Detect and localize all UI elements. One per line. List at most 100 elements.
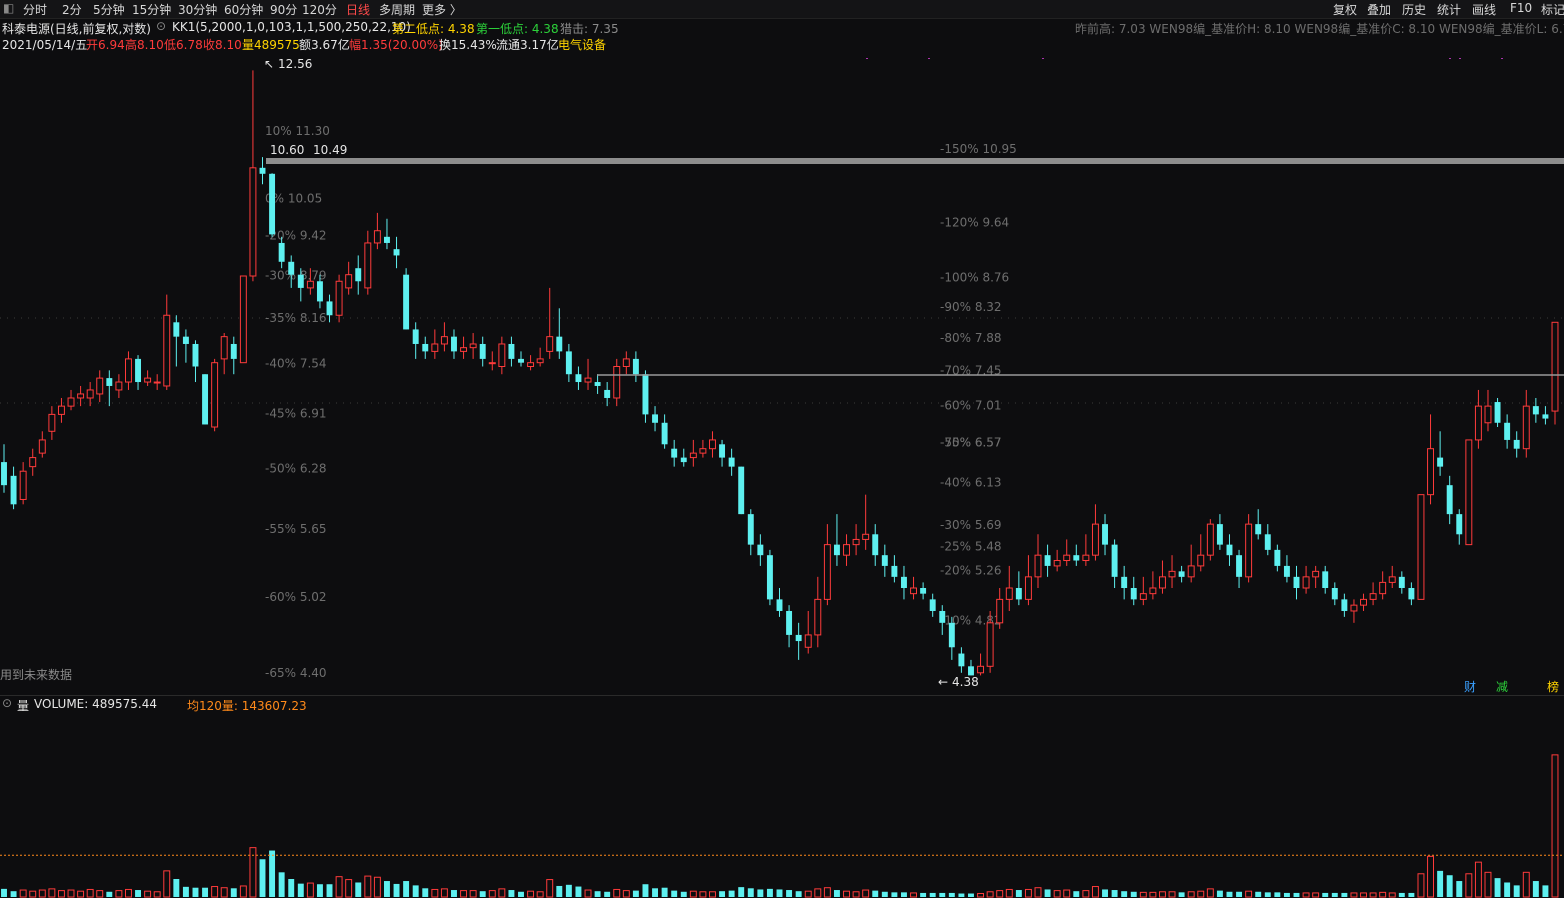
tab-15min[interactable]: 15分钟	[132, 1, 171, 18]
candle-body	[747, 514, 754, 545]
volume-bar	[1331, 892, 1338, 897]
candle-body	[77, 393, 85, 399]
candle-body	[1005, 587, 1013, 600]
volume-bar	[422, 888, 429, 897]
candle-body	[192, 343, 199, 367]
volume-toggle-icon[interactable]: ⊙	[2, 696, 12, 710]
candle-body	[1130, 588, 1137, 600]
tab-90min[interactable]: 90分	[270, 1, 297, 18]
volume-bar	[230, 888, 237, 897]
candle-body	[182, 336, 189, 344]
annotations: 10.60 10.49 ↖ 12.56 ← 4.38 用到未来数据 财 减 榜	[0, 58, 1564, 694]
candle	[508, 336, 515, 367]
candle	[891, 555, 898, 583]
candlestick-chart[interactable]: 10% 11.300% 10.05-20% 9.42-30% 8.79-35% …	[0, 58, 1564, 695]
candle-body	[996, 598, 1004, 624]
draw-line-button[interactable]: 画线	[1472, 1, 1496, 18]
volume-bar	[823, 887, 831, 898]
volume-bar	[1178, 892, 1185, 897]
volume-bar	[412, 885, 419, 897]
candle-body	[383, 236, 390, 243]
candle-body	[488, 362, 496, 365]
candle	[546, 287, 554, 359]
volume-bar	[632, 890, 639, 897]
volume-bar	[355, 882, 362, 897]
tab-daily[interactable]: 日线	[346, 1, 370, 18]
candle	[29, 448, 37, 476]
tab-60min[interactable]: 60分钟	[224, 1, 263, 18]
volume-bars	[1, 754, 1559, 898]
candle	[1178, 565, 1185, 583]
volume-bar	[1255, 891, 1262, 897]
stats-button[interactable]: 统计	[1437, 1, 1461, 18]
candle-body	[986, 622, 994, 667]
panel-toggle-icon[interactable]: ◧	[3, 1, 14, 15]
quote-change: 幅1.35(20.00%)	[349, 38, 443, 52]
tab-fenshi[interactable]: 分时	[23, 1, 47, 18]
volume-bar	[297, 883, 304, 897]
candle-body	[364, 242, 372, 289]
volume-bar	[1398, 892, 1405, 897]
tab-120min[interactable]: 120分	[302, 1, 337, 18]
badge-finance[interactable]: 财	[1464, 680, 1476, 694]
candle-body	[1264, 534, 1271, 550]
volume-bar	[833, 890, 840, 897]
candle	[1542, 406, 1549, 425]
f10-button[interactable]: F10	[1510, 1, 1532, 15]
history-button[interactable]: 历史	[1402, 1, 1426, 18]
candle-body	[1456, 514, 1463, 535]
candle	[135, 355, 142, 390]
overlay-button[interactable]: 叠加	[1367, 1, 1391, 18]
candle-body	[1322, 571, 1329, 589]
volume-chart[interactable]	[0, 713, 1564, 898]
volume-bar	[1206, 888, 1214, 898]
badge-reduce[interactable]: 减	[1496, 680, 1508, 694]
mark-button[interactable]: 标记	[1541, 1, 1564, 18]
volume-bar	[786, 890, 793, 897]
candle-body	[19, 470, 27, 500]
candle	[259, 157, 266, 185]
candle-body	[575, 374, 582, 383]
candle	[1551, 321, 1559, 425]
badge-rank[interactable]: 榜	[1547, 679, 1559, 694]
indicator-toggle-icon[interactable]: ⊙	[156, 19, 166, 33]
tab-5min[interactable]: 5分钟	[93, 1, 125, 18]
volume-bar	[288, 879, 295, 897]
volume-bar	[977, 893, 985, 898]
candle-body	[1053, 560, 1061, 567]
candle	[671, 439, 678, 467]
volume-bar	[259, 859, 266, 897]
candle	[852, 524, 860, 556]
volume-bar	[881, 891, 888, 897]
top-markers	[866, 58, 1503, 59]
tab-30min[interactable]: 30分钟	[178, 1, 217, 18]
candle	[968, 659, 974, 676]
volume-bar	[144, 890, 152, 898]
volume-bar	[852, 891, 860, 898]
event-badges: 财 减 榜	[1464, 679, 1559, 694]
candle	[364, 230, 372, 295]
volume-bar	[1264, 892, 1271, 897]
candle-body	[1504, 422, 1511, 440]
restore-rights-button[interactable]: 复权	[1333, 1, 1357, 18]
candle-body	[431, 343, 439, 352]
tab-more[interactable]: 更多 〉	[422, 1, 462, 18]
candle-body	[1427, 448, 1435, 496]
volume-bar	[220, 887, 228, 898]
candle-body	[316, 281, 323, 302]
level-label-left: -60% 5.02	[265, 590, 327, 604]
candle-body	[508, 343, 515, 359]
volume-bar	[1073, 891, 1080, 897]
candle-body	[153, 381, 161, 384]
first-low-label: 第一低点: 4.38	[476, 22, 559, 36]
candle	[1522, 389, 1530, 458]
level-label-right: -90% 8.32	[940, 300, 1002, 314]
tab-multi-period[interactable]: 多周期	[379, 1, 415, 18]
volume-bar	[1226, 891, 1233, 897]
volume-bar	[326, 884, 333, 897]
quote-low: 低6.78	[164, 38, 203, 52]
volume-bar	[316, 884, 323, 897]
volume-bar	[239, 885, 247, 898]
candle	[1388, 565, 1396, 589]
tab-2min[interactable]: 2分	[62, 1, 82, 18]
